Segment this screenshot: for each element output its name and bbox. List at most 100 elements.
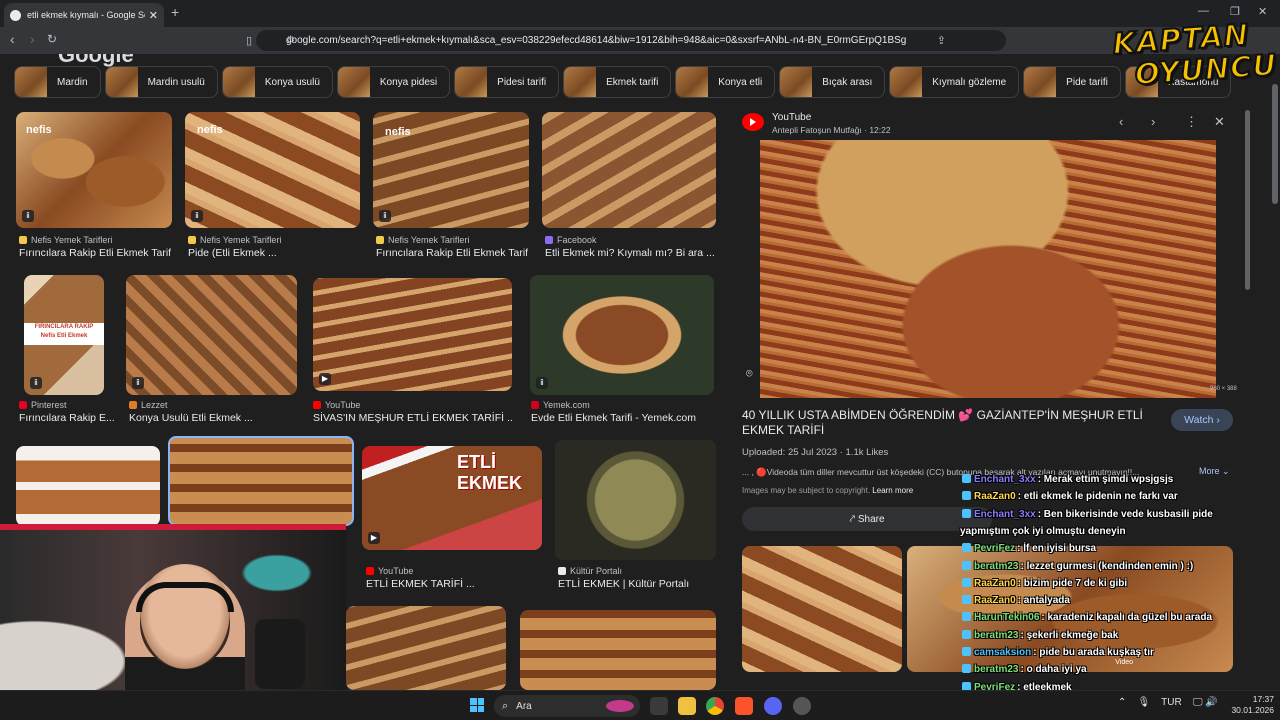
result-source[interactable]: Pinterest: [19, 400, 67, 410]
more-options-icon[interactable]: ⋮: [1185, 114, 1198, 130]
panel-scrollbar-thumb[interactable]: [1245, 110, 1250, 290]
result-source[interactable]: YouTube: [366, 566, 413, 576]
chip-bicak-arasi[interactable]: Bıçak arası: [779, 66, 886, 98]
chip-kiymali-gozleme[interactable]: Kıymalı gözleme: [889, 66, 1020, 98]
result-source[interactable]: YouTube: [313, 400, 360, 410]
result-image[interactable]: [16, 446, 160, 526]
result-image[interactable]: ⅱ: [126, 275, 297, 395]
chrome-icon[interactable]: [706, 697, 724, 715]
related-image[interactable]: [742, 546, 902, 672]
page-scrollbar[interactable]: [1270, 54, 1280, 690]
back-button[interactable]: ‹: [10, 31, 15, 47]
share-page-icon[interactable]: ⇪: [937, 34, 946, 47]
brave-icon[interactable]: [735, 697, 753, 715]
file-explorer-icon[interactable]: [678, 697, 696, 715]
result-source[interactable]: Nefis Yemek Tarifleri: [188, 235, 281, 245]
restore-window-button[interactable]: ❐: [1230, 5, 1240, 18]
previous-image-button[interactable]: ‹: [1119, 114, 1123, 129]
selected-result-image[interactable]: [168, 436, 354, 526]
preview-source-name[interactable]: YouTube: [772, 112, 811, 123]
discord-icon[interactable]: [764, 697, 782, 715]
result-image[interactable]: ETLİ EKMEK ▶: [362, 446, 542, 550]
browser-tab[interactable]: etli ekmek kıymalı - Google Sea ✕: [4, 3, 164, 27]
result-title[interactable]: Fırıncılara Rakip Etli Ekmek Tarif...: [376, 247, 528, 259]
result-image[interactable]: ▶: [313, 278, 512, 391]
close-tab-icon[interactable]: ✕: [149, 9, 158, 22]
bookmark-icon[interactable]: ▯: [246, 34, 252, 47]
result-source[interactable]: Lezzet: [129, 400, 168, 410]
chat-text: : İf en iyisi bursa: [1017, 543, 1097, 555]
result-title[interactable]: ETLİ EKMEK | Kültür Portalı: [558, 578, 718, 590]
result-image[interactable]: [542, 112, 716, 228]
chat-username: beratm23: [974, 664, 1019, 676]
close-preview-button[interactable]: ✕: [1214, 114, 1225, 130]
start-button[interactable]: [470, 698, 484, 712]
volume-icon[interactable]: 🔊: [1205, 697, 1217, 708]
url-text[interactable]: google.com/search?q=etli+ekmek+kıymalı&s…: [286, 35, 906, 46]
facebook-icon: [545, 236, 553, 244]
more-button[interactable]: More ⌄: [1199, 466, 1230, 477]
result-image[interactable]: nefis ⅱ: [16, 112, 172, 228]
result-image[interactable]: FIRINCILARA RAKİP Nefis Etli Ekmek ⅱ: [24, 275, 104, 395]
chat-message: PevriFez: İf en iyisi bursa: [962, 543, 1096, 554]
result-title[interactable]: Etli Ekmek mi? Kıymalı mı? Bi ara ...: [545, 247, 715, 259]
chip-mardin[interactable]: Mardin: [14, 66, 101, 98]
result-title[interactable]: Fırıncılara Rakip E...: [19, 412, 115, 424]
result-image[interactable]: ⅱ: [530, 275, 714, 395]
result-source[interactable]: Nefis Yemek Tarifleri: [19, 235, 112, 245]
reload-button[interactable]: ↻: [47, 32, 57, 46]
learn-more-link[interactable]: Learn more: [872, 486, 913, 495]
source-label: Pinterest: [31, 400, 67, 410]
result-image[interactable]: [346, 606, 506, 690]
site-info-icon[interactable]: ⚙: [286, 35, 295, 46]
result-image[interactable]: [520, 610, 716, 690]
result-image[interactable]: [555, 440, 716, 560]
page-scrollbar-thumb[interactable]: [1272, 84, 1278, 204]
result-source[interactable]: Kültür Portalı: [558, 566, 622, 576]
result-title[interactable]: Konya Usulü Etli Ekmek ...: [129, 412, 294, 424]
result-source[interactable]: Nefis Yemek Tarifleri: [376, 235, 469, 245]
chip-ekmek-tarifi[interactable]: Ekmek tarifi: [563, 66, 672, 98]
result-title[interactable]: Fırıncılara Rakip Etli Ekmek Tarif...: [19, 247, 171, 259]
tray-chevron-icon[interactable]: ⌃: [1118, 697, 1126, 708]
channel-logo: KAPTAN OYUNCU: [1106, 16, 1279, 99]
chat-username: beratm23: [974, 629, 1019, 641]
chip-pidesi-tarifi[interactable]: Pidesi tarifi: [454, 66, 560, 98]
minimize-window-button[interactable]: —: [1198, 5, 1209, 17]
chip-pide-tarifi[interactable]: Pide tarifi: [1023, 66, 1121, 98]
address-bar[interactable]: ▯ ⚙ google.com/search?q=etli+ekmek+kıyma…: [246, 30, 1006, 51]
lens-search-icon[interactable]: ⌾: [746, 368, 762, 382]
watch-button[interactable]: Watch ›: [1171, 409, 1233, 431]
share-button[interactable]: ⤤ Share: [742, 507, 992, 531]
result-image[interactable]: nefis ⅱ: [373, 112, 529, 228]
chip-konya-etli[interactable]: Konya etli: [675, 66, 776, 98]
chip-thumbnail: [15, 67, 47, 97]
result-title[interactable]: SİVAS'IN MEŞHUR ETLİ EKMEK TARİFİ ...: [313, 412, 513, 424]
chip-konya-usulu[interactable]: Konya usulü: [221, 66, 333, 98]
language-indicator[interactable]: TUR: [1161, 697, 1182, 708]
forward-button[interactable]: ›: [30, 31, 35, 47]
panel-scrollbar[interactable]: [1245, 110, 1250, 670]
taskbar-search[interactable]: ⌕ Ara: [494, 695, 640, 717]
result-title[interactable]: Evde Etli Ekmek Tarifi - Yemek.com: [531, 412, 716, 424]
settings-icon[interactable]: [793, 697, 811, 715]
result-title[interactable]: ETLİ EKMEK TARİFİ ...: [366, 578, 541, 590]
clock[interactable]: 17:37 30.01.2026: [1224, 694, 1274, 716]
result-source[interactable]: Yemek.com: [531, 400, 590, 410]
chip-konya-pidesi[interactable]: Konya pidesi: [336, 66, 451, 98]
chip-label: Kıymalı gözleme: [932, 76, 1007, 88]
next-image-button[interactable]: ›: [1151, 114, 1155, 129]
task-view-icon[interactable]: [650, 697, 668, 715]
result-source[interactable]: Facebook: [545, 235, 597, 245]
close-window-button[interactable]: ✕: [1258, 5, 1267, 18]
chip-label: Konya pidesi: [379, 76, 438, 88]
new-tab-button[interactable]: +: [171, 4, 179, 20]
microphone-icon[interactable]: 🎙: [1138, 697, 1151, 708]
result-image[interactable]: nefis ⅱ: [185, 112, 360, 228]
source-label: Nefis Yemek Tarifleri: [388, 235, 470, 245]
result-title[interactable]: Pide (Etli Ekmek ...: [188, 247, 358, 259]
preview-image[interactable]: [760, 140, 1216, 398]
network-icon[interactable]: 🖵: [1193, 697, 1203, 708]
preview-title[interactable]: 40 YILLIK USTA ABİMDEN ÖĞRENDİM 💕 GAZİAN…: [742, 408, 1162, 438]
chip-mardin-usulu[interactable]: Mardin usulü: [104, 66, 218, 98]
